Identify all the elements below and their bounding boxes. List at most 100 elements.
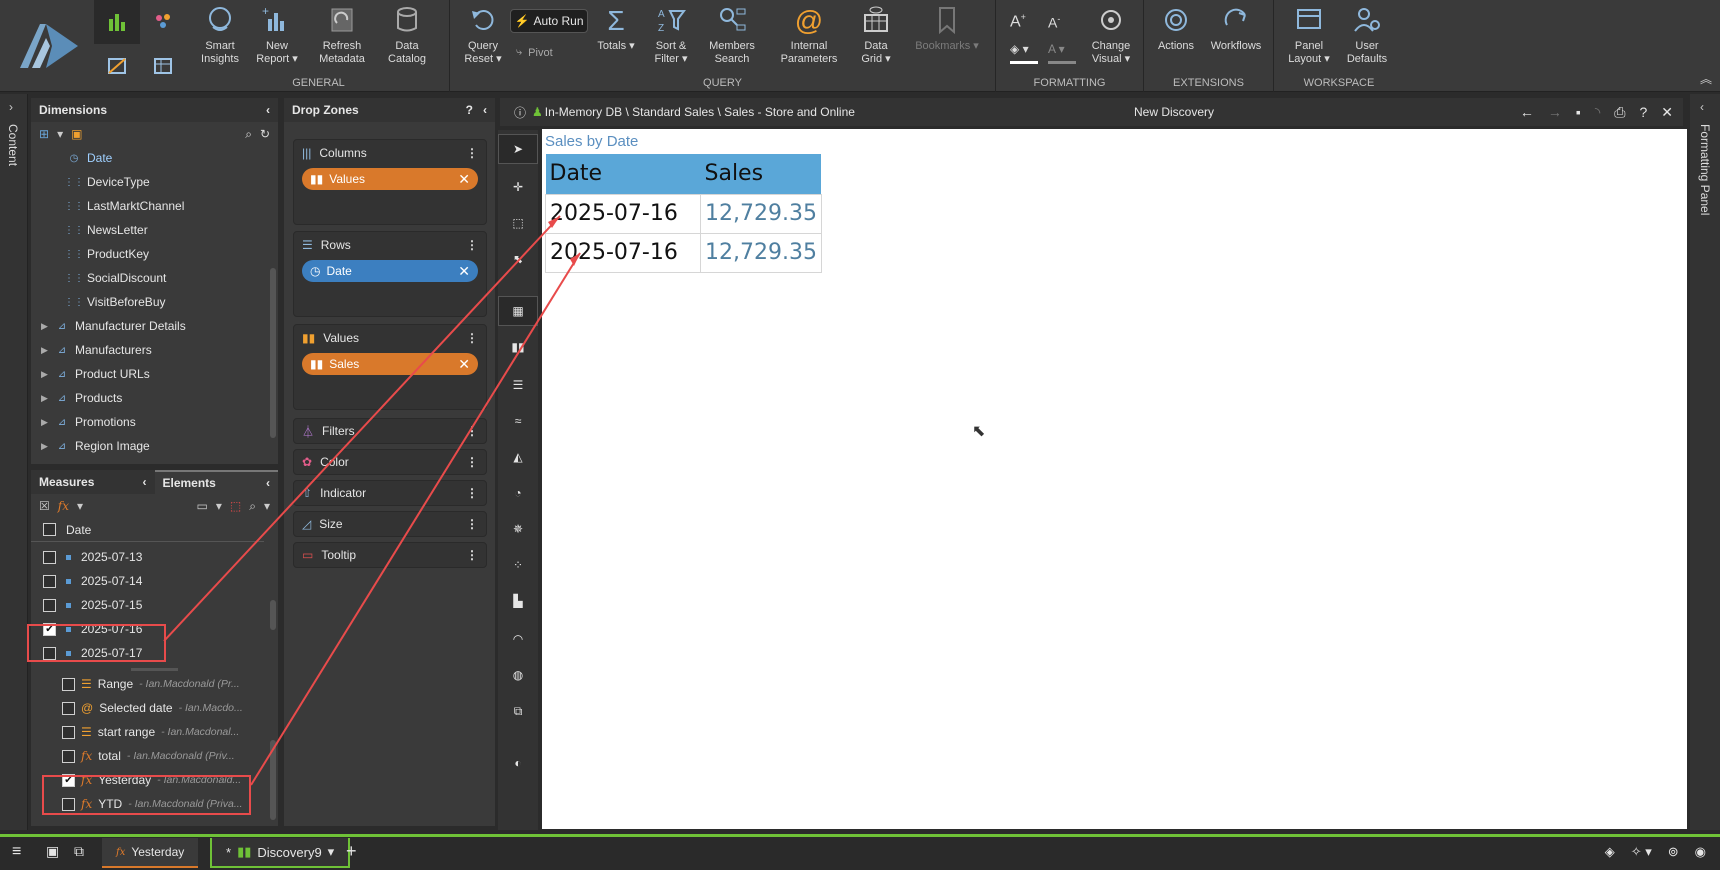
tree-item[interactable]: ⋮⋮ SocialDiscount xyxy=(31,266,278,290)
user-defaults-button[interactable]: User Defaults xyxy=(1342,4,1392,66)
formula-checkbox[interactable] xyxy=(62,677,75,691)
print-icon[interactable]: ⎙ xyxy=(1614,104,1625,121)
tree-item[interactable]: ⋮⋮ ProductKey xyxy=(31,242,278,266)
expand-arrow-icon[interactable]: ▶ xyxy=(41,417,55,428)
tree-item[interactable]: ▶ ⊿ Manufacturer Details xyxy=(31,314,278,338)
broadcast-icon[interactable]: ⊚ xyxy=(1668,844,1679,860)
fill-color-icon[interactable]: ◈ ▾ xyxy=(1010,42,1038,64)
color-zone[interactable]: ✿ Color ⋮ xyxy=(293,449,487,475)
expand-arrow-icon[interactable]: ▶ xyxy=(41,345,55,356)
collapse-elements-icon[interactable]: ‹ xyxy=(266,476,270,490)
present-mode-icon[interactable] xyxy=(140,0,186,44)
layers-icon[interactable]: ◈ xyxy=(1605,844,1615,860)
formatting-panel-strip[interactable]: ‹ Formatting Panel xyxy=(1690,94,1720,830)
size-zone[interactable]: ◿ Size ⋮ xyxy=(293,511,487,537)
area-chart-icon[interactable]: ◭ xyxy=(498,442,538,472)
search-icon[interactable]: ⌕ xyxy=(245,127,252,142)
column-header-date[interactable]: Date xyxy=(545,154,701,194)
indicator-zone[interactable]: ⇧ Indicator ⋮ xyxy=(293,480,487,506)
element-checkbox[interactable] xyxy=(43,574,56,588)
tree-item[interactable]: ▶ ⊿ Region Image xyxy=(31,434,278,458)
element-row[interactable]: 2025-07-15 xyxy=(31,593,278,617)
values-zone[interactable]: ▮▮ Values ⋮ ▮▮ Sales ✕ xyxy=(293,324,487,410)
values-menu-icon[interactable]: ⋮ xyxy=(466,331,478,345)
row-header-date[interactable]: 2025-07-16 xyxy=(545,232,701,273)
panel-layout-button[interactable]: Panel Layout ▾ xyxy=(1286,4,1332,66)
cell-sales[interactable]: 12,729.35 xyxy=(700,193,822,234)
refresh-metadata-button[interactable]: Refresh Metadata xyxy=(314,4,370,66)
report-canvas[interactable]: Sales by Date Date Sales 2025-07-16 12,72… xyxy=(542,129,1687,829)
help-icon[interactable]: ? xyxy=(1639,104,1647,121)
pointer-icon[interactable]: ➤ xyxy=(498,134,538,164)
select-icon[interactable]: ⬚ xyxy=(230,499,241,513)
dropdown-icon[interactable]: ▾ xyxy=(57,127,63,141)
collapse-dimensions-icon[interactable]: ‹ xyxy=(266,103,270,117)
indicator-menu-icon[interactable]: ⋮ xyxy=(466,486,478,500)
gauge-icon[interactable]: ◠ xyxy=(498,624,538,654)
content-panel-strip[interactable]: › Content xyxy=(0,94,28,830)
formula-row[interactable]: ☰ start range - Ian.Macdonal... xyxy=(31,720,278,744)
element-checkbox[interactable] xyxy=(43,598,56,612)
remove-icon[interactable]: ✕ xyxy=(458,263,470,280)
map-icon[interactable]: ◍ xyxy=(498,660,538,690)
columns-menu-icon[interactable]: ⋮ xyxy=(466,146,478,160)
tab-measures[interactable]: Measures ‹ xyxy=(31,470,155,494)
tab-yesterday[interactable]: fx Yesterday xyxy=(102,838,199,868)
collapse-measures-icon[interactable]: ‹ xyxy=(143,475,147,489)
remove-icon[interactable]: ✕ xyxy=(458,171,470,188)
dropdown-icon[interactable]: ▾ xyxy=(216,499,222,513)
search-icon[interactable]: ⌕ xyxy=(249,499,256,514)
tooltip-zone[interactable]: ▭ Tooltip ⋮ xyxy=(293,542,487,568)
expand-content-icon[interactable]: › xyxy=(9,100,13,114)
data-catalog-button[interactable]: Data Catalog xyxy=(384,4,430,66)
forward-icon[interactable]: → xyxy=(1548,104,1562,121)
formulas-scrollbar[interactable] xyxy=(270,740,276,820)
tree-item[interactable]: ◷ Date xyxy=(31,146,278,170)
scatter-chart-icon[interactable]: ⁘ xyxy=(498,550,538,580)
pan-icon[interactable]: ✛ xyxy=(498,172,538,202)
cell-sales[interactable]: 12,729.35 xyxy=(700,232,822,273)
rows-zone[interactable]: ☰ Rows ⋮ ◷ Date ✕ xyxy=(293,231,487,317)
expand-formatting-icon[interactable]: ‹ xyxy=(1700,100,1704,114)
clear-selection-icon[interactable]: ☒ xyxy=(39,499,50,513)
rss-icon[interactable]: ◝ xyxy=(1595,104,1600,121)
query-reset-button[interactable]: Query Reset ▾ xyxy=(460,4,506,66)
tooltip-menu-icon[interactable]: ⋮ xyxy=(466,548,478,562)
tree-item[interactable]: ⋮⋮ DeviceType xyxy=(31,170,278,194)
lasso-icon[interactable]: ⬉ xyxy=(498,244,538,274)
user-icon[interactable]: ◉ xyxy=(1695,844,1706,860)
formula-row[interactable]: @ Selected date - Ian.Macdo... xyxy=(31,696,278,720)
row-header-date[interactable]: 2025-07-16 xyxy=(545,193,701,234)
columns-zone[interactable]: ||| Columns ⋮ ▮▮ Values ✕ xyxy=(293,139,487,225)
filters-zone[interactable]: ⏃ Filters ⋮ xyxy=(293,418,487,444)
font-color-icon[interactable]: A ▾ xyxy=(1048,42,1076,64)
filters-menu-icon[interactable]: ⋮ xyxy=(466,424,478,438)
totals-button[interactable]: Σ Totals ▾ xyxy=(594,4,638,53)
pivot-button[interactable]: ⤷ Pivot xyxy=(516,46,553,59)
formula-checkbox[interactable] xyxy=(62,749,75,763)
content-icon[interactable]: ▣ xyxy=(46,843,59,860)
values-pill[interactable]: ▮▮ Values ✕ xyxy=(302,168,478,190)
dropdown-icon[interactable]: ▾ xyxy=(77,499,83,513)
line-chart-icon[interactable]: ≈ xyxy=(498,406,538,436)
formula-checkbox[interactable] xyxy=(62,725,75,739)
select-area-icon[interactable]: ⬚ xyxy=(498,208,538,238)
info-icon[interactable]: ⓘ xyxy=(514,104,526,121)
formula-row[interactable]: ☰ Range - Ian.Macdonald (Pr... xyxy=(31,672,278,696)
dropdown-icon[interactable]: ▾ xyxy=(264,499,270,513)
expand-arrow-icon[interactable]: ▶ xyxy=(41,393,55,404)
pie-chart-icon[interactable]: ◔ xyxy=(498,478,538,508)
elements-scrollbar[interactable] xyxy=(270,600,276,630)
palette-icon[interactable]: ◐ xyxy=(498,748,538,778)
tree-item[interactable]: ⋮⋮ VisitBeforeBuy xyxy=(31,290,278,314)
dropdown-icon[interactable]: ▾ xyxy=(328,844,335,860)
new-report-button[interactable]: + New Report ▾ xyxy=(254,4,300,66)
tree-item[interactable]: ▶ ⊿ Promotions xyxy=(31,410,278,434)
formula-row[interactable]: fx total - Ian.Macdonald (Priv... xyxy=(31,744,278,768)
publish-mode-icon[interactable] xyxy=(94,44,140,88)
bar-chart-icon[interactable]: ☰ xyxy=(498,370,538,400)
expand-arrow-icon[interactable]: ▶ xyxy=(41,441,55,452)
tree-item[interactable]: ▶ ⊿ Product URLs xyxy=(31,362,278,386)
bookmarks-button[interactable]: Bookmarks ▾ xyxy=(912,4,982,53)
catalog-icon[interactable]: ⧉ xyxy=(74,843,84,860)
